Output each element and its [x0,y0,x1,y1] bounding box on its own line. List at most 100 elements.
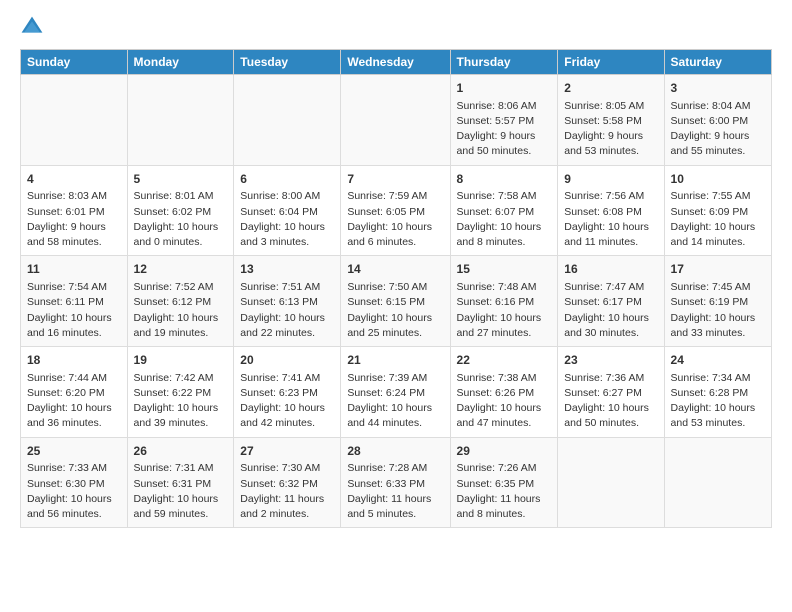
calendar-cell: 12 Sunrise: 7:52 AM Sunset: 6:12 PM Dayli… [127,256,234,347]
col-header-saturday: Saturday [664,50,771,75]
day-info: Sunrise: 7:58 AM Sunset: 6:07 PM Dayligh… [457,189,552,250]
day-info: Sunrise: 7:50 AM Sunset: 6:15 PM Dayligh… [347,280,443,341]
calendar-week-4: 18 Sunrise: 7:44 AM Sunset: 6:20 PM Dayli… [21,347,772,438]
calendar-week-3: 11 Sunrise: 7:54 AM Sunset: 6:11 PM Dayli… [21,256,772,347]
day-info: Sunrise: 7:30 AM Sunset: 6:32 PM Dayligh… [240,461,334,522]
day-info: Sunrise: 7:52 AM Sunset: 6:12 PM Dayligh… [134,280,228,341]
day-number: 23 [564,352,657,369]
calendar-week-2: 4Sunrise: 8:03 AM Sunset: 6:01 PM Daylig… [21,165,772,256]
calendar-cell: 14 Sunrise: 7:50 AM Sunset: 6:15 PM Dayli… [341,256,450,347]
col-header-monday: Monday [127,50,234,75]
day-info: Sunrise: 7:56 AM Sunset: 6:08 PM Dayligh… [564,189,657,250]
day-number: 20 [240,352,334,369]
calendar-cell: 5Sunrise: 8:01 AM Sunset: 6:02 PM Daylig… [127,165,234,256]
calendar-cell: 1 Sunrise: 8:06 AM Sunset: 5:57 PM Daylig… [450,75,558,166]
calendar-cell: 3 Sunrise: 8:04 AM Sunset: 6:00 PM Daylig… [664,75,771,166]
day-info: Sunrise: 7:44 AM Sunset: 6:20 PM Dayligh… [27,371,121,432]
day-number: 17 [671,261,765,278]
day-number: 1 [457,80,552,97]
day-number: 19 [134,352,228,369]
day-number: 5 [134,171,228,188]
day-number: 15 [457,261,552,278]
day-info: Sunrise: 8:05 AM Sunset: 5:58 PM Dayligh… [564,99,657,160]
calendar-cell: 19Sunrise: 7:42 AM Sunset: 6:22 PM Dayli… [127,347,234,438]
day-number: 29 [457,443,552,460]
day-info: Sunrise: 8:06 AM Sunset: 5:57 PM Dayligh… [457,99,552,160]
calendar-cell [21,75,128,166]
day-info: Sunrise: 7:55 AM Sunset: 6:09 PM Dayligh… [671,189,765,250]
day-info: Sunrise: 7:51 AM Sunset: 6:13 PM Dayligh… [240,280,334,341]
day-number: 7 [347,171,443,188]
day-info: Sunrise: 7:31 AM Sunset: 6:31 PM Dayligh… [134,461,228,522]
calendar-cell: 26Sunrise: 7:31 AM Sunset: 6:31 PM Dayli… [127,437,234,528]
day-info: Sunrise: 7:45 AM Sunset: 6:19 PM Dayligh… [671,280,765,341]
calendar-cell: 6Sunrise: 8:00 AM Sunset: 6:04 PM Daylig… [234,165,341,256]
day-number: 14 [347,261,443,278]
day-info: Sunrise: 8:03 AM Sunset: 6:01 PM Dayligh… [27,189,121,250]
calendar-cell: 2 Sunrise: 8:05 AM Sunset: 5:58 PM Daylig… [558,75,664,166]
calendar-week-1: 1 Sunrise: 8:06 AM Sunset: 5:57 PM Daylig… [21,75,772,166]
calendar-cell: 29Sunrise: 7:26 AM Sunset: 6:35 PM Dayli… [450,437,558,528]
col-header-friday: Friday [558,50,664,75]
day-number: 22 [457,352,552,369]
col-header-wednesday: Wednesday [341,50,450,75]
day-info: Sunrise: 7:59 AM Sunset: 6:05 PM Dayligh… [347,189,443,250]
day-number: 6 [240,171,334,188]
day-number: 12 [134,261,228,278]
day-info: Sunrise: 7:41 AM Sunset: 6:23 PM Dayligh… [240,371,334,432]
day-info: Sunrise: 7:47 AM Sunset: 6:17 PM Dayligh… [564,280,657,341]
day-number: 3 [671,80,765,97]
day-info: Sunrise: 7:33 AM Sunset: 6:30 PM Dayligh… [27,461,121,522]
col-header-tuesday: Tuesday [234,50,341,75]
logo-icon [20,15,44,39]
calendar-cell: 17 Sunrise: 7:45 AM Sunset: 6:19 PM Dayli… [664,256,771,347]
calendar-cell: 15 Sunrise: 7:48 AM Sunset: 6:16 PM Dayli… [450,256,558,347]
day-number: 10 [671,171,765,188]
day-number: 4 [27,171,121,188]
col-header-thursday: Thursday [450,50,558,75]
day-number: 24 [671,352,765,369]
calendar-cell [558,437,664,528]
calendar-cell: 10Sunrise: 7:55 AM Sunset: 6:09 PM Dayli… [664,165,771,256]
day-info: Sunrise: 7:48 AM Sunset: 6:16 PM Dayligh… [457,280,552,341]
day-info: Sunrise: 7:38 AM Sunset: 6:26 PM Dayligh… [457,371,552,432]
calendar-cell: 27Sunrise: 7:30 AM Sunset: 6:32 PM Dayli… [234,437,341,528]
day-number: 9 [564,171,657,188]
day-info: Sunrise: 7:28 AM Sunset: 6:33 PM Dayligh… [347,461,443,522]
day-info: Sunrise: 8:04 AM Sunset: 6:00 PM Dayligh… [671,99,765,160]
day-number: 2 [564,80,657,97]
day-number: 28 [347,443,443,460]
day-info: Sunrise: 8:01 AM Sunset: 6:02 PM Dayligh… [134,189,228,250]
day-number: 11 [27,261,121,278]
day-info: Sunrise: 7:36 AM Sunset: 6:27 PM Dayligh… [564,371,657,432]
day-info: Sunrise: 7:26 AM Sunset: 6:35 PM Dayligh… [457,461,552,522]
day-info: Sunrise: 8:00 AM Sunset: 6:04 PM Dayligh… [240,189,334,250]
day-number: 26 [134,443,228,460]
calendar-cell: 11 Sunrise: 7:54 AM Sunset: 6:11 PM Dayli… [21,256,128,347]
day-number: 16 [564,261,657,278]
calendar-cell [234,75,341,166]
calendar-cell: 24 Sunrise: 7:34 AM Sunset: 6:28 PM Dayli… [664,347,771,438]
calendar-cell: 18 Sunrise: 7:44 AM Sunset: 6:20 PM Dayli… [21,347,128,438]
day-info: Sunrise: 7:39 AM Sunset: 6:24 PM Dayligh… [347,371,443,432]
calendar-cell: 28Sunrise: 7:28 AM Sunset: 6:33 PM Dayli… [341,437,450,528]
calendar-cell: 9Sunrise: 7:56 AM Sunset: 6:08 PM Daylig… [558,165,664,256]
calendar-cell: 20 Sunrise: 7:41 AM Sunset: 6:23 PM Dayli… [234,347,341,438]
day-number: 21 [347,352,443,369]
calendar-cell [341,75,450,166]
page-header [20,15,772,39]
logo [20,15,48,39]
col-header-sunday: Sunday [21,50,128,75]
day-number: 18 [27,352,121,369]
calendar-cell: 22 Sunrise: 7:38 AM Sunset: 6:26 PM Dayli… [450,347,558,438]
calendar-cell: 8Sunrise: 7:58 AM Sunset: 6:07 PM Daylig… [450,165,558,256]
calendar-cell [127,75,234,166]
calendar-cell: 7Sunrise: 7:59 AM Sunset: 6:05 PM Daylig… [341,165,450,256]
day-info: Sunrise: 7:34 AM Sunset: 6:28 PM Dayligh… [671,371,765,432]
day-number: 8 [457,171,552,188]
calendar-cell: 25Sunrise: 7:33 AM Sunset: 6:30 PM Dayli… [21,437,128,528]
calendar-cell: 23 Sunrise: 7:36 AM Sunset: 6:27 PM Dayli… [558,347,664,438]
day-info: Sunrise: 7:54 AM Sunset: 6:11 PM Dayligh… [27,280,121,341]
calendar-week-5: 25Sunrise: 7:33 AM Sunset: 6:30 PM Dayli… [21,437,772,528]
calendar-table: SundayMondayTuesdayWednesdayThursdayFrid… [20,49,772,528]
